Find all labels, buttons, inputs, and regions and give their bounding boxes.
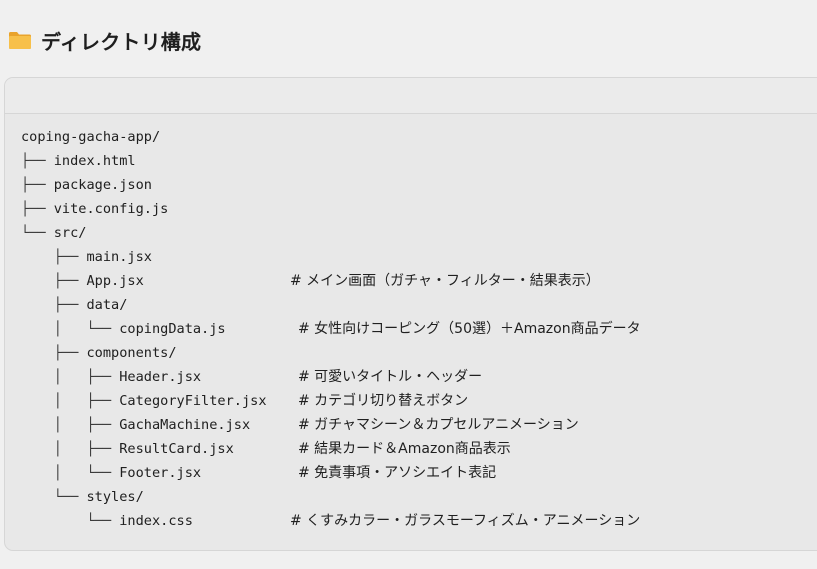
tree-branch: │ ├── [21, 417, 120, 433]
file-comment: # くすみカラー・ガラスモーフィズム・アニメーション [290, 513, 641, 529]
tree-line: │ └── copingData.js # 女性向けコーピング（50選）＋Amaz… [5, 317, 817, 341]
tree-entry: └── styles/ [21, 485, 144, 509]
tree-entry: │ └── Footer.jsx [21, 461, 201, 485]
tree-branch: │ ├── [21, 369, 120, 385]
code-block-header [5, 78, 817, 114]
tree-branch: ├── [21, 297, 87, 313]
tree-entry: │ ├── ResultCard.jsx [21, 437, 234, 461]
tree-branch: ├── [21, 345, 87, 361]
tree-branch: │ ├── [21, 393, 120, 409]
tree-entry: ├── main.jsx [21, 245, 152, 269]
tree-entry: └── src/ [21, 221, 87, 245]
folder-name: src/ [53, 225, 87, 241]
tree-line: ├── App.jsx # メイン画面（ガチャ・フィルター・結果表示） [5, 269, 817, 293]
tree-line: ├── data/ [5, 293, 817, 317]
tree-branch: │ └── [21, 465, 120, 481]
tree-entry: ├── index.html [21, 149, 136, 173]
file-name: Header.jsx [119, 369, 202, 385]
tree-line: ├── index.html [5, 149, 817, 173]
tree-entry: │ ├── GachaMachine.jsx [21, 413, 250, 437]
tree-branch: └── [21, 489, 87, 505]
directory-tree: coping-gacha-app/├── index.html ├── packa… [5, 114, 817, 533]
file-name: main.jsx [86, 249, 152, 265]
page-title: ディレクトリ構成 [41, 29, 202, 54]
code-block: coping-gacha-app/├── index.html ├── packa… [4, 77, 817, 551]
tree-line: ├── package.json [5, 173, 817, 197]
tree-entry: ├── package.json [21, 173, 152, 197]
folder-name: coping-gacha-app/ [21, 129, 161, 145]
folder-icon [8, 30, 32, 50]
tree-branch: ├── [21, 273, 87, 289]
tree-branch: └── [21, 513, 120, 529]
tree-entry: │ ├── CategoryFilter.jsx [21, 389, 267, 413]
tree-entry: ├── vite.config.js [21, 197, 168, 221]
tree-line: │ ├── GachaMachine.jsx # ガチャマシーン＆カプセルアニメー… [5, 413, 817, 437]
folder-name: data/ [86, 297, 128, 313]
file-name: CategoryFilter.jsx [119, 393, 267, 409]
tree-branch: ├── [21, 153, 54, 169]
file-name: App.jsx [86, 273, 144, 289]
tree-branch: ├── [21, 177, 54, 193]
file-comment: # 女性向けコーピング（50選）＋Amazon商品データ [298, 321, 641, 337]
page: ディレクトリ構成 coping-gacha-app/ ├── index.html… [0, 0, 817, 569]
tree-line: │ ├── ResultCard.jsx # 結果カード＆Amazon商品表示 [5, 437, 817, 461]
file-name: ResultCard.jsx [119, 441, 234, 457]
tree-entry: ├── App.jsx [21, 269, 144, 293]
tree-branch: │ ├── [21, 441, 120, 457]
tree-branch: ├── [21, 249, 87, 265]
tree-line: │ ├── Header.jsx # 可愛いタイトル・ヘッダー [5, 365, 817, 389]
tree-entry: ├── components/ [21, 341, 177, 365]
tree-entry: │ └── copingData.js [21, 317, 226, 341]
tree-line: └── styles/ [5, 485, 817, 509]
tree-entry: └── index.css [21, 509, 193, 533]
file-comment: # ガチャマシーン＆カプセルアニメーション [298, 417, 579, 433]
tree-line: │ ├── CategoryFilter.jsx # カテゴリ切り替えボタン [5, 389, 817, 413]
tree-entry: coping-gacha-app/ [21, 125, 160, 149]
tree-line: └── index.css # くすみカラー・ガラスモーフィズム・アニメーション [5, 509, 817, 533]
file-comment: # メイン画面（ガチャ・フィルター・結果表示） [290, 273, 600, 289]
tree-line: ├── components/ [5, 341, 817, 365]
file-name: GachaMachine.jsx [119, 417, 251, 433]
tree-branch: ├── [21, 201, 54, 217]
tree-line: coping-gacha-app/ [5, 125, 817, 149]
file-comment: # 可愛いタイトル・ヘッダー [298, 369, 483, 385]
file-comment: # カテゴリ切り替えボタン [298, 393, 469, 409]
file-name: copingData.js [119, 321, 226, 337]
tree-branch: │ └── [21, 321, 120, 337]
tree-branch: └── [21, 225, 54, 241]
section-heading: ディレクトリ構成 [8, 26, 201, 54]
file-name: index.html [53, 153, 136, 169]
file-comment: # 免責事項・アソシエイト表記 [298, 465, 497, 481]
file-name: vite.config.js [53, 201, 169, 217]
tree-entry: │ ├── Header.jsx [21, 365, 201, 389]
folder-name: styles/ [86, 489, 144, 505]
file-name: package.json [53, 177, 152, 193]
tree-line: └── src/ [5, 221, 817, 245]
tree-line: ├── main.jsx [5, 245, 817, 269]
file-comment: # 結果カード＆Amazon商品表示 [298, 441, 511, 457]
file-name: index.css [119, 513, 193, 529]
file-name: Footer.jsx [119, 465, 202, 481]
folder-name: components/ [86, 345, 177, 361]
tree-line: │ └── Footer.jsx # 免責事項・アソシエイト表記 [5, 461, 817, 485]
tree-entry: ├── data/ [21, 293, 128, 317]
tree-line: ├── vite.config.js [5, 197, 817, 221]
